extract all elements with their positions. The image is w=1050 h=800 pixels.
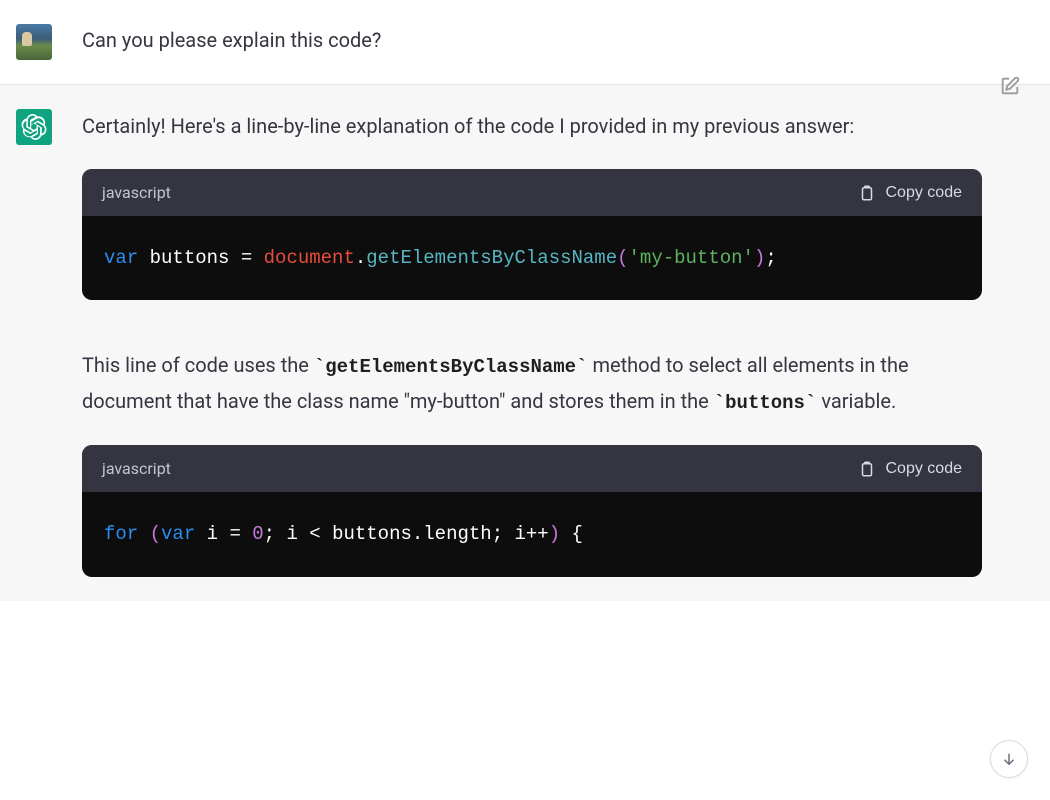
avatar-column	[12, 109, 64, 577]
explanation-paragraph-1: This line of code uses the `getElementsB…	[82, 348, 982, 419]
edit-message-button[interactable]	[996, 72, 1024, 100]
code-language-label: javascript	[102, 455, 171, 482]
arrow-down-icon	[1000, 750, 1018, 768]
user-content: Can you please explain this code?	[64, 24, 1030, 60]
copy-code-button[interactable]: Copy code	[858, 183, 963, 203]
assistant-content: Certainly! Here's a line-by-line explana…	[64, 109, 1030, 577]
copy-code-label: Copy code	[886, 184, 963, 202]
openai-logo-icon	[21, 114, 47, 140]
user-avatar	[16, 24, 52, 60]
avatar-column	[12, 24, 64, 60]
inline-code: `getElementsByClassName`	[314, 356, 588, 378]
inline-code: `buttons`	[714, 392, 817, 414]
code-block-2: javascript Copy code for (var i = 0; i <…	[82, 445, 982, 576]
code-body[interactable]: var buttons = document.getElementsByClas…	[82, 216, 982, 300]
code-header: javascript Copy code	[82, 445, 982, 492]
assistant-avatar	[16, 109, 52, 145]
copy-code-label: Copy code	[886, 460, 963, 478]
scroll-to-bottom-button[interactable]	[990, 740, 1028, 778]
copy-code-button[interactable]: Copy code	[858, 459, 963, 479]
code-body[interactable]: for (var i = 0; i < buttons.length; i++)…	[82, 492, 982, 576]
edit-icon	[999, 75, 1021, 97]
text-fragment: This line of code uses the	[82, 353, 314, 377]
text-fragment: variable.	[816, 389, 896, 413]
clipboard-icon	[858, 183, 876, 203]
assistant-message-row: Certainly! Here's a line-by-line explana…	[0, 85, 1050, 601]
code-header: javascript Copy code	[82, 169, 982, 216]
code-language-label: javascript	[102, 179, 171, 206]
clipboard-icon	[858, 459, 876, 479]
code-block-1: javascript Copy code var buttons = docum…	[82, 169, 982, 300]
assistant-intro-text: Certainly! Here's a line-by-line explana…	[82, 109, 982, 143]
user-message-text: Can you please explain this code?	[82, 24, 982, 56]
user-message-row: Can you please explain this code?	[0, 0, 1050, 85]
